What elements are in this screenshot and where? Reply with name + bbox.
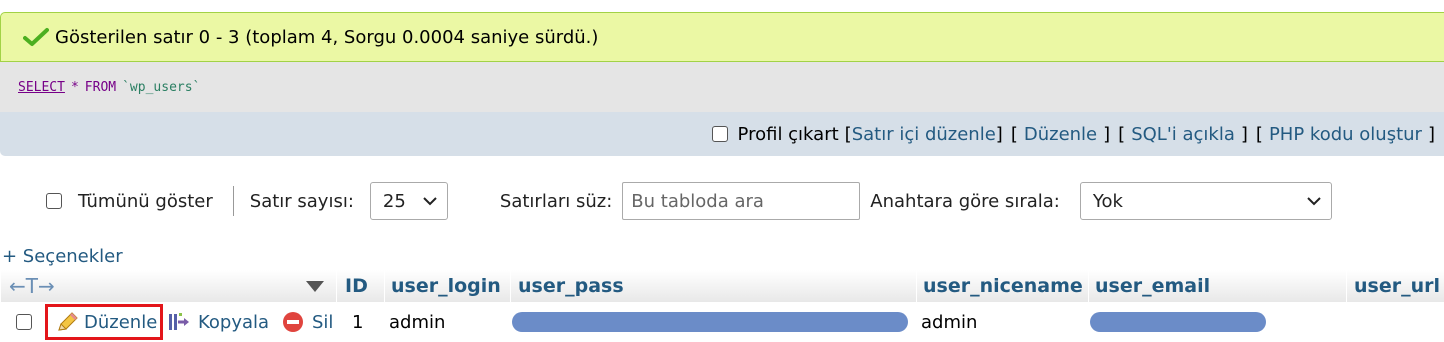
success-message: Gösterilen satır 0 - 3 (toplam 4, Sorgu … [0, 12, 1444, 62]
chevron-down-icon [423, 196, 437, 205]
check-icon [23, 28, 49, 46]
filter-label: Satırları süz: [499, 190, 613, 212]
chevron-down-icon [1307, 196, 1321, 205]
row-edit-button[interactable]: Düzenle [45, 304, 163, 340]
sql-star: * [70, 79, 79, 95]
column-header-user-url[interactable]: user_url [1346, 270, 1444, 302]
row-delete-label: Sil [312, 311, 334, 333]
sort-label: Anahtara göre sırala: [870, 190, 1060, 212]
filter-placeholder: Bu tabloda ara [631, 190, 764, 212]
show-all-label: Tümünü göster [78, 190, 213, 212]
copy-icon [169, 313, 189, 330]
sql-table-name: `wp_users` [122, 79, 201, 95]
column-header-label[interactable]: user_nicename [923, 275, 1083, 297]
column-header-id[interactable]: ID [336, 270, 382, 302]
php-code-link[interactable]: PHP kodu oluştur [1269, 124, 1422, 145]
edit-query-link[interactable]: Düzenle [1024, 124, 1097, 145]
sql-query: SELECT * FROM `wp_users` [0, 62, 1444, 112]
arrows-icon: ←T→ [9, 274, 55, 298]
row-edit-label: Düzenle [84, 311, 158, 333]
column-header-label[interactable]: user_email [1095, 275, 1210, 297]
row-delete-button[interactable]: Sil [282, 302, 333, 342]
column-header-label[interactable]: ID [345, 275, 368, 297]
column-header-label[interactable]: user_url [1354, 275, 1440, 297]
column-header-user-pass[interactable]: user_pass [510, 270, 914, 302]
divider [232, 186, 234, 216]
column-header-user-login[interactable]: user_login [384, 270, 508, 302]
sort-dropdown-icon[interactable] [306, 280, 324, 292]
redacted-user-pass [512, 312, 908, 332]
redacted-user-email [1090, 312, 1266, 332]
options-link[interactable]: + Seçenekler [2, 246, 123, 267]
row-copy-label: Kopyala [198, 311, 270, 333]
sort-value: Yok [1092, 190, 1123, 212]
filter-input[interactable]: Bu tabloda ara [622, 182, 861, 220]
sql-from-keyword: FROM [84, 79, 117, 95]
row-count-label: Satır sayısı: [249, 190, 354, 212]
show-all-checkbox[interactable] [46, 193, 62, 209]
inline-edit-link[interactable]: Satır içi düzenle [852, 124, 996, 145]
column-resize-arrows[interactable]: ←T→ [0, 270, 334, 302]
sort-select[interactable]: Yok [1079, 182, 1332, 220]
column-header-user-email[interactable]: user_email [1088, 270, 1344, 302]
row-count-select[interactable]: 25 [369, 182, 448, 220]
column-header-label[interactable]: user_pass [518, 275, 624, 297]
column-header-user-nicename[interactable]: user_nicename [916, 270, 1086, 302]
row-copy-button[interactable]: Kopyala [168, 302, 269, 342]
column-header-label[interactable]: user_login [391, 275, 501, 297]
sql-tools-bar: Profil çıkart [Satır içi düzenle] [Düzen… [0, 112, 1444, 156]
cell-id: 1 [352, 311, 364, 333]
profile-checkbox[interactable] [711, 126, 728, 142]
show-all-toggle[interactable]: Tümünü göster [46, 191, 213, 212]
pencil-icon [58, 312, 78, 331]
success-text: Gösterilen satır 0 - 3 (toplam 4, Sorgu … [55, 26, 599, 48]
row-checkbox[interactable] [16, 314, 32, 330]
delete-icon [283, 312, 303, 332]
navigation-row: Tümünü göster Satır sayısı: 25 Satırları… [0, 178, 1444, 224]
explain-sql-link[interactable]: SQL'i açıkla [1131, 124, 1235, 145]
cell-user-login: admin [389, 311, 446, 333]
cell-user-nicename: admin [921, 311, 978, 333]
table-row: Düzenle Kopyala Sil 1 admin admin [0, 302, 1444, 342]
profile-label: Profil çıkart [737, 123, 839, 145]
row-count-value: 25 [382, 190, 406, 212]
table-header: ←T→ ID user_login user_pass user_nicenam… [0, 270, 1444, 302]
row-select-cell [16, 302, 32, 342]
sql-select-keyword[interactable]: SELECT [18, 80, 65, 95]
